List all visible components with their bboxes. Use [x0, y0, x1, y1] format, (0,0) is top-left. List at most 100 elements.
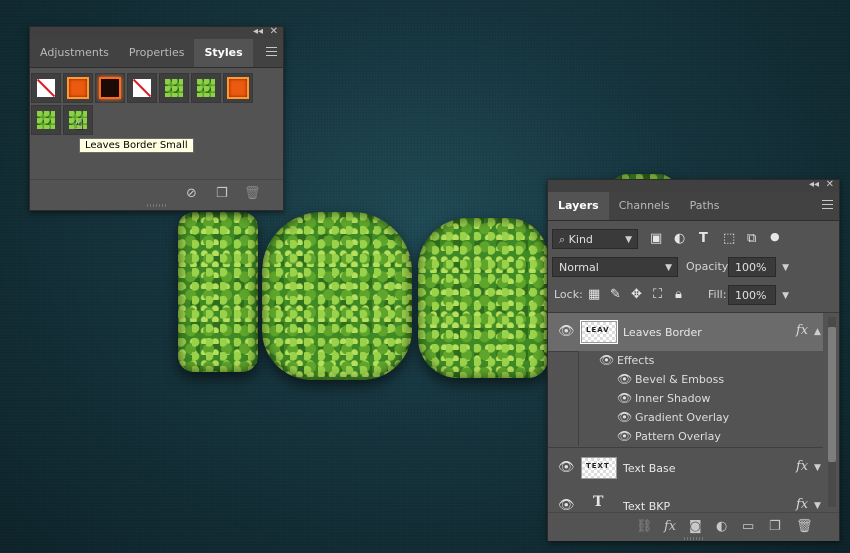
tab-channels[interactable]: Channels — [609, 192, 680, 220]
styles-swatch-grid — [30, 68, 283, 138]
filter-toggle-icon[interactable]: ● — [770, 227, 780, 247]
styles-panel-tabs: Adjustments Properties Styles — [30, 39, 283, 68]
collapse-icon[interactable]: ◂◂ — [809, 179, 819, 190]
filter-kind-label: Kind — [568, 233, 593, 246]
style-swatch-leaves[interactable] — [159, 73, 189, 103]
fx-icon[interactable]: fx — [796, 497, 808, 512]
chevron-down-icon[interactable]: ▼ — [814, 501, 821, 511]
effect-inner-shadow[interactable]: Inner Shadow — [635, 392, 710, 405]
close-icon[interactable]: ✕ — [826, 179, 834, 190]
visibility-eye-icon[interactable]: 👁︎ — [558, 498, 575, 513]
tab-adjustments[interactable]: Adjustments — [30, 39, 119, 67]
resize-grip[interactable] — [146, 204, 167, 207]
effects-eye-icon[interactable]: 👁︎ — [599, 353, 614, 367]
effect-bevel-emboss[interactable]: Bevel & Emboss — [635, 373, 724, 386]
new-style-icon[interactable]: ❐ — [216, 186, 228, 201]
leaves-style-icon — [197, 79, 215, 97]
swatch-tooltip: Leaves Border Small — [79, 138, 194, 153]
close-icon[interactable]: ✕ — [270, 26, 278, 37]
adjustment-layer-icon[interactable]: ◐ — [716, 519, 727, 534]
styles-panel-titlebar[interactable]: ◂◂ ✕ — [30, 26, 283, 39]
add-mask-icon[interactable]: ◙ — [689, 519, 702, 534]
visibility-eye-icon[interactable]: 👁︎ — [558, 460, 575, 475]
no-style-icon — [37, 79, 55, 97]
effect-eye-icon[interactable]: 👁︎ — [617, 429, 632, 443]
fx-icon[interactable]: fx — [796, 459, 808, 474]
styles-panel: ◂◂ ✕ Adjustments Properties Styles ☝ Lea… — [29, 26, 284, 211]
clear-style-icon[interactable]: ⊘ — [186, 186, 197, 201]
lock-all-icon[interactable]: 🔒︎ — [675, 285, 682, 305]
new-layer-icon[interactable]: ❐ — [769, 519, 781, 534]
leaves-text-artwork — [170, 174, 678, 390]
lock-move-icon[interactable]: ✥ — [631, 285, 642, 305]
filter-kind-select[interactable]: ⌕ Kind ▼ — [552, 229, 638, 249]
leaves-style-icon — [37, 111, 55, 129]
leaves-style-icon — [165, 79, 183, 97]
tab-paths[interactable]: Paths — [680, 192, 730, 220]
dark-fire-style-icon — [99, 77, 121, 99]
panel-menu-icon[interactable] — [822, 200, 833, 212]
panel-menu-icon[interactable] — [266, 47, 277, 59]
layers-panel-titlebar[interactable]: ◂◂ ✕ — [548, 179, 839, 192]
effect-eye-icon[interactable]: 👁︎ — [617, 372, 632, 386]
lock-label: Lock: — [554, 288, 583, 301]
effect-pattern-overlay[interactable]: Pattern Overlay — [635, 430, 721, 443]
blend-mode-value: Normal — [559, 261, 599, 274]
style-swatch-none-2[interactable] — [127, 73, 157, 103]
chevron-down-icon: ▼ — [665, 263, 672, 273]
layers-panel: ◂◂ ✕ Layers Channels Paths ⌕ Kind ▼ ▣ ◐ … — [547, 179, 840, 541]
tab-layers[interactable]: Layers — [548, 192, 609, 220]
new-group-icon[interactable]: ▭ — [742, 519, 754, 534]
blend-mode-select[interactable]: Normal ▼ — [552, 257, 678, 277]
lock-paint-brush-icon[interactable]: ✎ — [610, 285, 621, 305]
no-style-icon — [133, 79, 151, 97]
tab-styles[interactable]: Styles — [194, 39, 253, 67]
lock-transparent-icon[interactable]: ▦ — [588, 285, 600, 305]
layer-name[interactable]: Leaves Border — [623, 326, 702, 339]
visibility-eye-icon[interactable]: 👁︎ — [558, 324, 575, 339]
opacity-value: 100% — [735, 261, 767, 274]
style-swatch-leaves-border[interactable] — [31, 105, 61, 135]
fx-icon[interactable]: fx — [796, 323, 808, 338]
delete-style-icon[interactable]: 🗑 — [244, 186, 261, 201]
fill-value: 100% — [735, 289, 767, 302]
layers-scrollbar-thumb[interactable] — [828, 327, 836, 462]
effect-eye-icon[interactable]: 👁︎ — [617, 391, 632, 405]
layer-name[interactable]: Text Base — [623, 462, 676, 475]
chevron-down-icon[interactable]: ▼ — [782, 286, 789, 306]
chevron-down-icon[interactable]: ▼ — [814, 463, 821, 473]
hand-cursor-icon: ☝ — [74, 115, 84, 133]
link-layers-icon[interactable]: ⛓ — [636, 519, 653, 534]
style-swatch-dark-fire[interactable] — [95, 73, 125, 103]
style-swatch-none[interactable] — [31, 73, 61, 103]
filter-shape-icon[interactable]: ⬚ — [723, 229, 735, 249]
orange-style-icon — [227, 77, 249, 99]
filter-smart-object-icon[interactable]: ⧉ — [747, 229, 756, 249]
tab-properties[interactable]: Properties — [119, 39, 195, 67]
effect-gradient-overlay[interactable]: Gradient Overlay — [635, 411, 729, 424]
delete-layer-icon[interactable]: 🗑 — [796, 519, 813, 534]
resize-grip[interactable] — [683, 537, 704, 540]
effect-eye-icon[interactable]: 👁︎ — [617, 410, 632, 424]
layer-thumbnail: TEXT — [581, 457, 617, 479]
chevron-down-icon[interactable]: ▼ — [782, 258, 789, 278]
filter-pixel-icon[interactable]: ▣ — [650, 229, 662, 249]
layer-thumbnail: LEAV — [580, 320, 618, 344]
fill-input[interactable]: 100% ▼ — [728, 285, 789, 305]
chevron-up-icon[interactable]: ▲ — [814, 327, 821, 337]
opacity-input[interactable]: 100% ▼ — [728, 257, 789, 277]
style-swatch-orange[interactable] — [63, 73, 93, 103]
collapse-icon[interactable]: ◂◂ — [253, 26, 263, 37]
leaf-letter-a — [418, 218, 548, 378]
layer-row-leaves-border[interactable]: 👁︎ LEAV Leaves Border fx ▲ — [548, 313, 823, 352]
layer-list: 👁︎ LEAV Leaves Border fx ▲ 👁︎ Effects 👁︎… — [548, 312, 839, 513]
style-swatch-leaves-2[interactable] — [191, 73, 221, 103]
layer-row-text-base[interactable]: 👁︎ TEXT Text Base fx ▼ — [548, 447, 823, 489]
lock-artboard-icon[interactable]: ⛶ — [653, 285, 662, 305]
fx-menu-icon[interactable]: fx — [664, 519, 676, 534]
layer-row-text-bkp[interactable]: 👁︎ T Text BKP fx ▼ — [548, 488, 823, 513]
filter-adjustment-icon[interactable]: ◐ — [674, 229, 685, 249]
filter-type-icon[interactable]: T — [699, 229, 708, 249]
opacity-label: Opacity: — [686, 260, 732, 273]
style-swatch-orange-2[interactable] — [223, 73, 253, 103]
